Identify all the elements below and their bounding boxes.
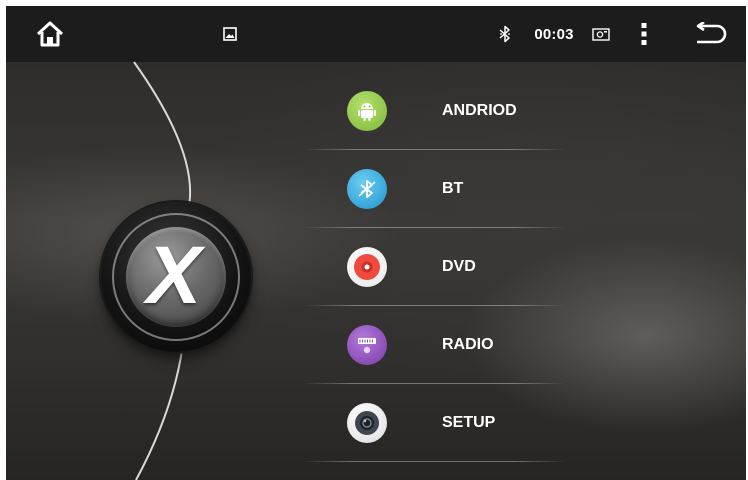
menu-item-label: DVD — [442, 258, 476, 275]
menu-item-dvd[interactable]: DVD — [294, 228, 566, 306]
menu-item-radio[interactable]: RADIO — [294, 306, 566, 384]
settings-icon — [347, 403, 387, 443]
menu-item-setup[interactable]: SETUP — [294, 384, 566, 462]
android-icon — [347, 91, 387, 131]
menu-item-label: BT — [442, 180, 464, 197]
menu-item-bt[interactable]: BT — [294, 150, 566, 228]
bluetooth-icon — [347, 169, 387, 209]
radio-icon — [347, 325, 387, 365]
screen: 00:03 X ANDRIOD BT DVD RADIO SETUP — [6, 6, 746, 480]
menu-item-label: RADIO — [442, 336, 494, 353]
menu-item-android[interactable]: ANDRIOD — [294, 72, 566, 150]
menu-item-label: SETUP — [442, 414, 496, 431]
logo-button-face: X — [126, 227, 226, 327]
disc-icon — [347, 247, 387, 287]
menu-item-label: ANDRIOD — [442, 102, 517, 119]
divider — [302, 461, 566, 462]
brand-logo: X — [101, 202, 251, 352]
logo-letter: X — [146, 230, 202, 321]
